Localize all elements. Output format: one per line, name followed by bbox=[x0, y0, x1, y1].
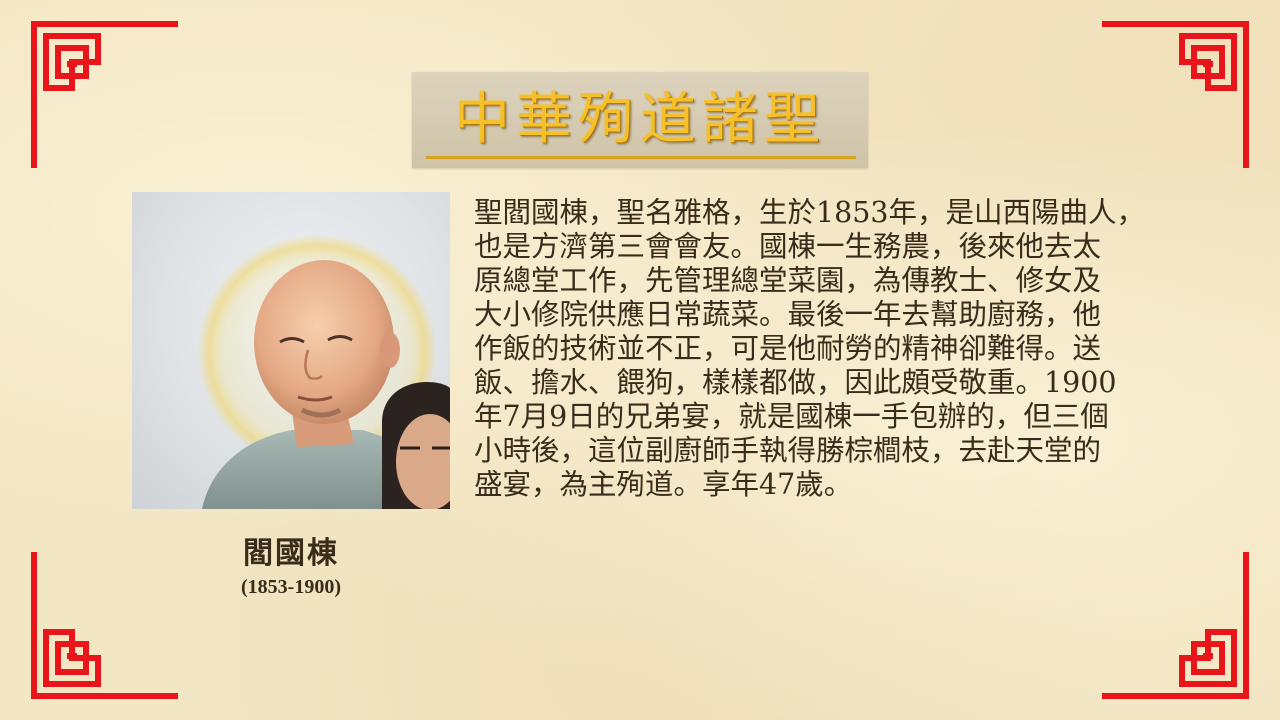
corner-fret-icon bbox=[31, 552, 178, 699]
corner-ornament-bottom-right bbox=[1102, 552, 1252, 702]
corner-fret-icon bbox=[1102, 552, 1249, 699]
title-banner: 中華殉道諸聖 bbox=[412, 72, 868, 168]
title-underline bbox=[426, 156, 856, 159]
biography-text: 聖閻國棟，聖名雅格，生於1853年，是山西陽曲人， 也是方濟第三會會友。國棟一生… bbox=[474, 196, 1146, 501]
portrait-image bbox=[132, 192, 450, 509]
page-title: 中華殉道諸聖 bbox=[454, 87, 826, 152]
corner-ornament-top-right bbox=[1102, 18, 1252, 168]
corner-ornament-bottom-left bbox=[28, 552, 178, 702]
corner-ornament-top-left bbox=[28, 18, 178, 168]
corner-fret-icon bbox=[1102, 21, 1249, 168]
portrait-name: 閻國棟 bbox=[243, 536, 339, 571]
portrait-painting-icon bbox=[197, 234, 450, 509]
corner-fret-icon bbox=[31, 21, 178, 168]
portrait-years: (1853-1900) bbox=[241, 576, 341, 598]
